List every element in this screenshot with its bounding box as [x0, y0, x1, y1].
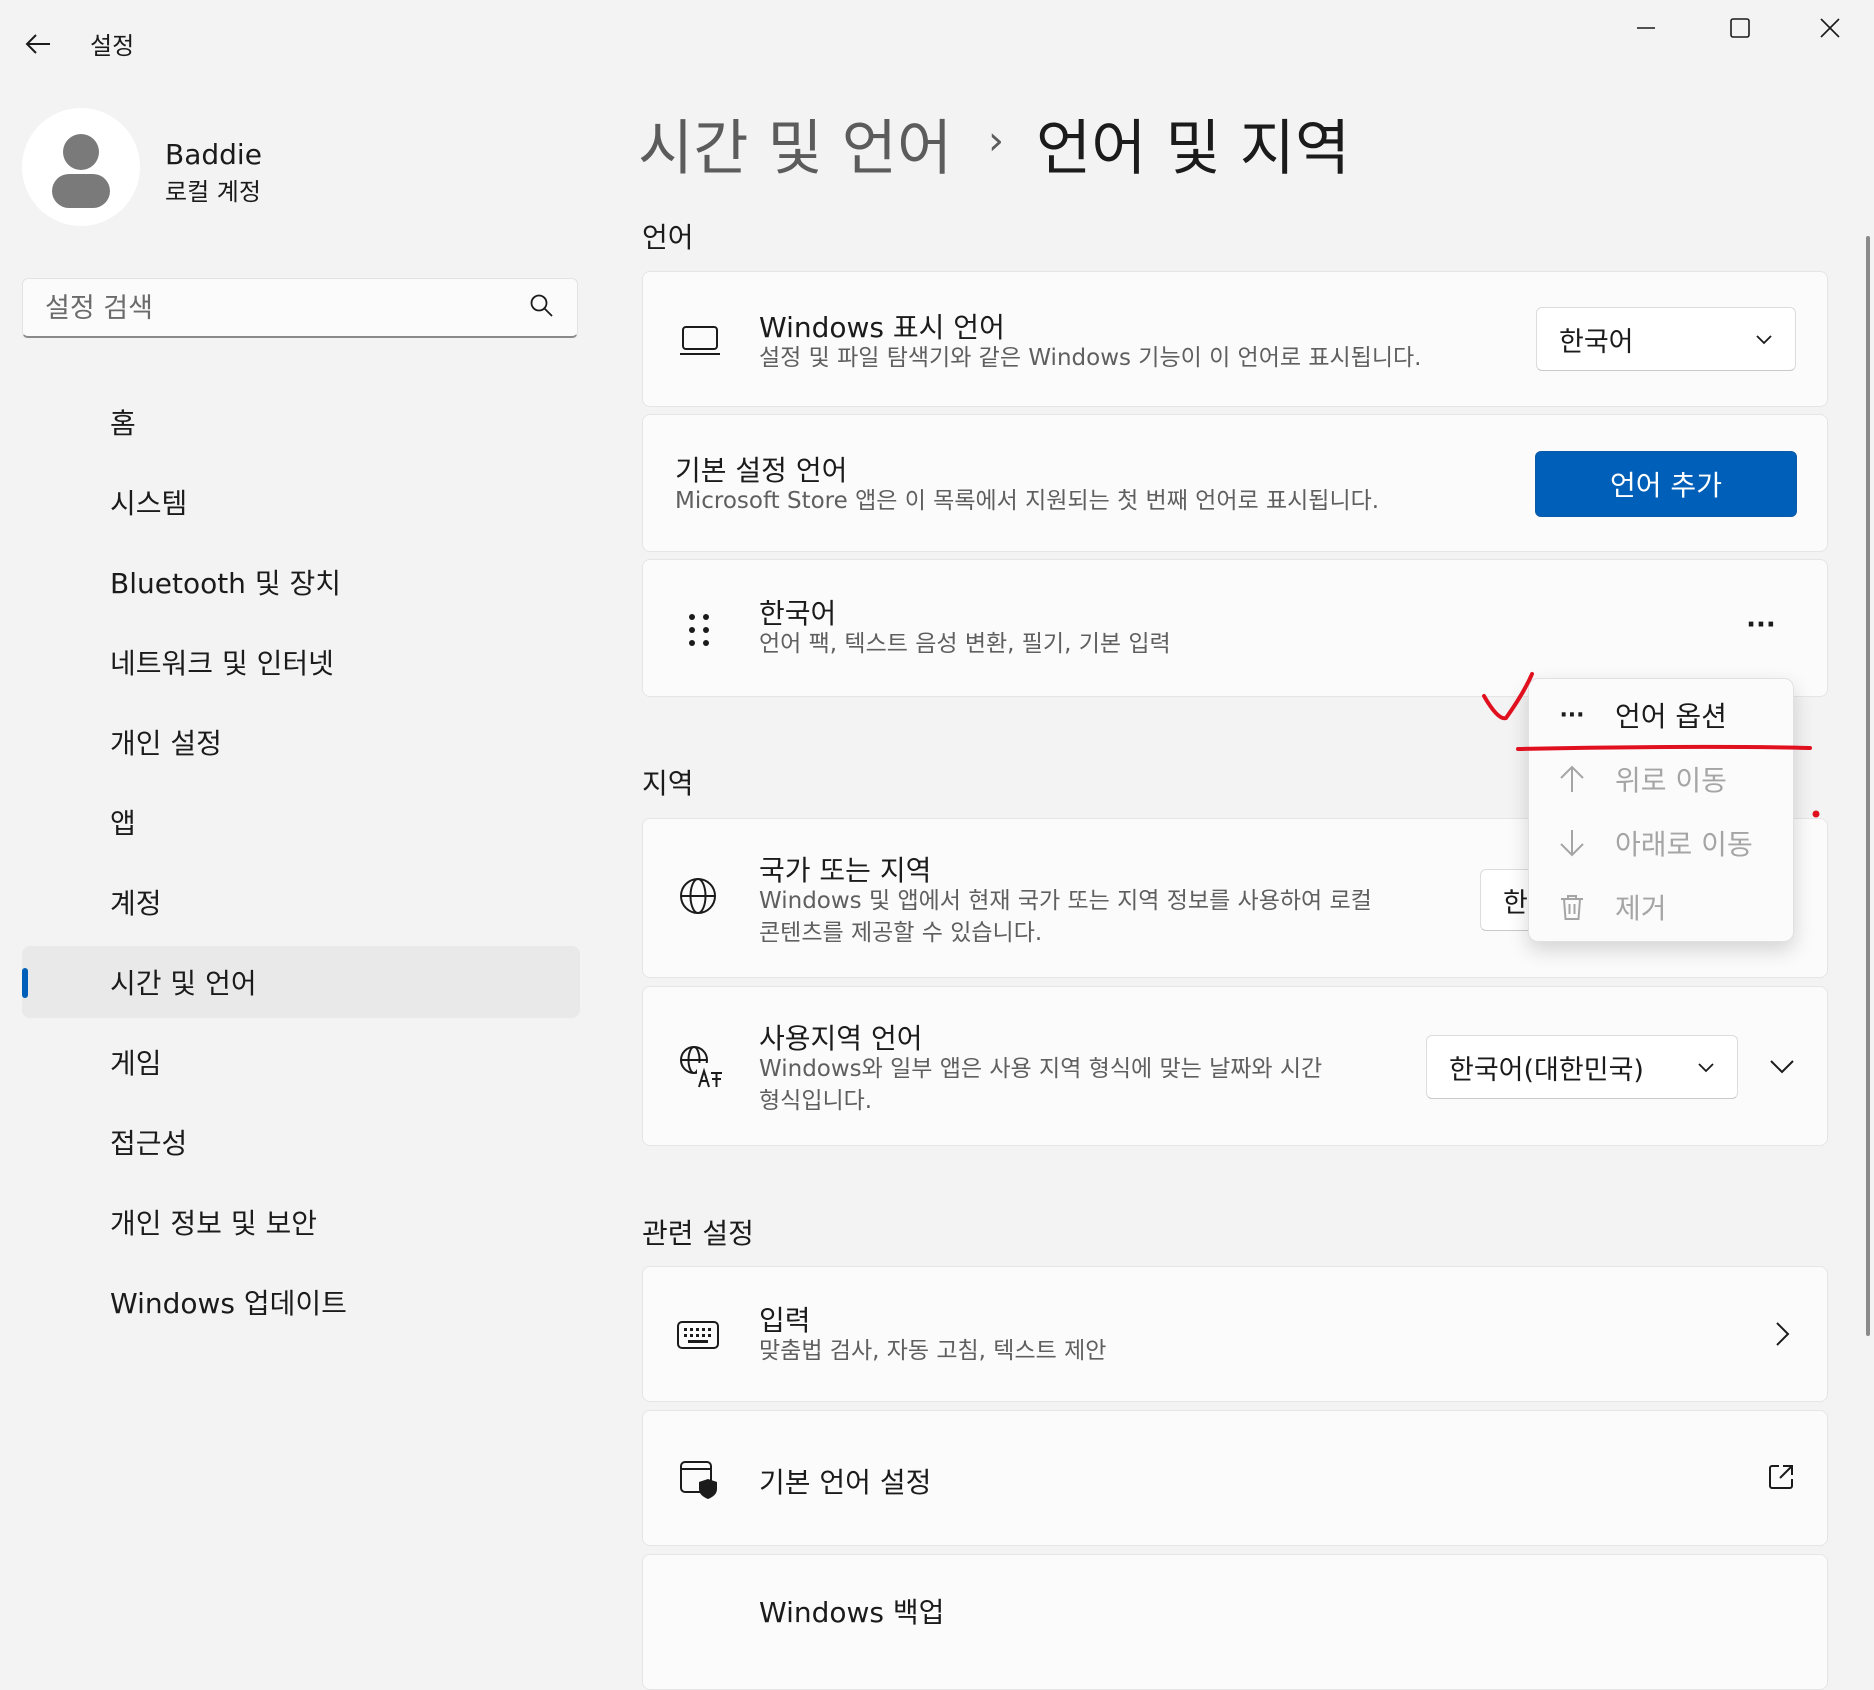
card-description-line1: Windows와 일부 앱은 사용 지역 형식에 맞는 날짜와 시간: [759, 1056, 1323, 1082]
sidebar-item-label: 접근성: [110, 1127, 188, 1160]
sidebar-item-bluetooth[interactable]: Bluetooth 및 장치: [22, 546, 580, 618]
more-options-button[interactable]: ···: [1733, 600, 1789, 650]
external-link-icon: [1769, 1465, 1793, 1489]
admin-shield-icon: [680, 1461, 717, 1499]
card-title: 한국어: [759, 597, 837, 630]
app-title: 설정: [90, 32, 135, 60]
dropdown-value: 한국어: [1559, 326, 1634, 358]
user-name: Baddie: [165, 138, 262, 171]
laptop-icon: [680, 326, 720, 355]
card-title: 기본 설정 언어: [675, 454, 848, 487]
card-title: 기본 언어 설정: [759, 1466, 932, 1499]
regional-format-dropdown[interactable]: 한국어(대한민국): [1426, 1035, 1738, 1099]
sidebar-item-accessibility[interactable]: 접근성: [22, 1106, 580, 1178]
sidebar-item-label: 개인 설정: [110, 727, 222, 760]
sidebar-item-personalization[interactable]: 개인 설정: [22, 706, 580, 778]
trash-icon: [1557, 892, 1587, 922]
sidebar-item-label: 게임: [110, 1047, 162, 1080]
expand-chevron-icon[interactable]: [1769, 1057, 1795, 1075]
breadcrumb-separator: ›: [988, 118, 1004, 164]
section-title-region: 지역: [642, 767, 694, 800]
maximize-icon: [1730, 18, 1750, 38]
section-title-language: 언어: [642, 221, 694, 254]
card-title: 국가 또는 지역: [759, 854, 932, 887]
sidebar-item-label: Bluetooth 및 장치: [110, 567, 342, 600]
sidebar-item-label: 네트워크 및 인터넷: [110, 647, 334, 680]
breadcrumb-parent[interactable]: 시간 및 언어: [638, 100, 952, 187]
page-title: 언어 및 지역: [1036, 114, 1351, 184]
sidebar-item-label: 계정: [110, 887, 162, 920]
user-avatar[interactable]: [22, 108, 140, 226]
red-annotation-mark: [1482, 672, 1820, 818]
card-title: Windows 표시 언어: [759, 311, 1005, 344]
dropdown-value: 한국어(대한민국): [1449, 1054, 1644, 1086]
arrow-down-icon: [1557, 828, 1587, 858]
display-language-dropdown[interactable]: 한국어: [1536, 307, 1796, 371]
sidebar-item-label: 개인 정보 및 보안: [110, 1207, 318, 1240]
menu-item-remove[interactable]: 제거: [1529, 879, 1793, 935]
person-icon: [52, 134, 110, 208]
sidebar-item-label: 시간 및 언어: [110, 967, 257, 1000]
search-box[interactable]: [22, 278, 578, 338]
sidebar-item-label: 시스템: [110, 487, 188, 520]
sidebar-item-system[interactable]: 시스템: [22, 466, 580, 538]
dropdown-value: 한: [1503, 887, 1528, 919]
chevron-down-icon: [1756, 335, 1772, 345]
add-language-button[interactable]: 언어 추가: [1535, 451, 1797, 517]
close-icon: [1820, 18, 1840, 38]
sidebar-item-label: Windows 업데이트: [110, 1287, 347, 1320]
regional-format-card[interactable]: 사용지역 언어 Windows와 일부 앱은 사용 지역 형식에 맞는 날짜와 …: [642, 986, 1828, 1146]
card-description: 언어 팩, 텍스트 음성 변환, 필기, 기본 입력: [759, 631, 1171, 657]
search-input[interactable]: [43, 279, 527, 337]
sidebar-item-home[interactable]: 홈: [22, 386, 580, 458]
back-button[interactable]: [18, 24, 58, 64]
minimize-button[interactable]: [1616, 8, 1676, 48]
sidebar-item-label: 홈: [110, 407, 136, 440]
sidebar-item-time-language[interactable]: 시간 및 언어: [22, 946, 580, 1018]
backup-card[interactable]: Windows 백업: [642, 1554, 1828, 1690]
close-button[interactable]: [1800, 8, 1860, 48]
keyboard-icon: [677, 1321, 719, 1349]
search-icon[interactable]: [529, 293, 555, 319]
maximize-button[interactable]: [1710, 8, 1770, 48]
chevron-right-icon: [1776, 1322, 1790, 1346]
language-globe-icon: [680, 1046, 723, 1089]
back-arrow-icon: [25, 34, 50, 54]
section-title-related: 관련 설정: [642, 1217, 754, 1250]
chevron-down-icon: [1698, 1063, 1714, 1073]
card-description-line1: Windows 및 앱에서 현재 국가 또는 지역 정보를 사용하여 로컬: [759, 888, 1372, 914]
sidebar-item-apps[interactable]: 앱: [22, 786, 580, 858]
menu-item-label: 제거: [1615, 892, 1667, 925]
card-title: Windows 백업: [759, 1596, 945, 1629]
minimize-icon: [1637, 27, 1655, 29]
card-description-line2: 콘텐츠를 제공할 수 있습니다.: [759, 920, 1043, 946]
display-language-card: Windows 표시 언어 설정 및 파일 탐색기와 같은 Windows 기능…: [642, 271, 1828, 407]
card-title: 사용지역 언어: [759, 1022, 923, 1055]
active-indicator: [22, 968, 28, 998]
more-icon: ···: [1746, 610, 1776, 640]
globe-icon: [680, 878, 716, 914]
account-type: 로컬 계정: [165, 178, 261, 206]
sidebar-item-label: 앱: [110, 807, 136, 840]
sidebar-item-windows-update[interactable]: Windows 업데이트: [22, 1266, 580, 1338]
card-description: 설정 및 파일 탐색기와 같은 Windows 기능이 이 언어로 표시됩니다.: [759, 345, 1422, 371]
card-title: 입력: [759, 1304, 811, 1337]
sidebar-item-privacy[interactable]: 개인 정보 및 보안: [22, 1186, 580, 1258]
sidebar-item-accounts[interactable]: 계정: [22, 866, 580, 938]
admin-language-card[interactable]: 기본 언어 설정: [642, 1410, 1828, 1546]
scrollbar[interactable]: [1866, 236, 1870, 1336]
sidebar-item-gaming[interactable]: 게임: [22, 1026, 580, 1098]
drag-handle-icon[interactable]: [687, 612, 711, 648]
typing-card[interactable]: 입력 맞춤법 검사, 자동 고침, 텍스트 제안: [642, 1266, 1828, 1402]
card-description: 맞춤법 검사, 자동 고침, 텍스트 제안: [759, 1338, 1107, 1364]
sidebar-item-network[interactable]: 네트워크 및 인터넷: [22, 626, 580, 698]
card-description: Microsoft Store 앱은 이 목록에서 지원되는 첫 번째 언어로 …: [675, 488, 1380, 514]
card-description-line2: 형식입니다.: [759, 1088, 873, 1114]
